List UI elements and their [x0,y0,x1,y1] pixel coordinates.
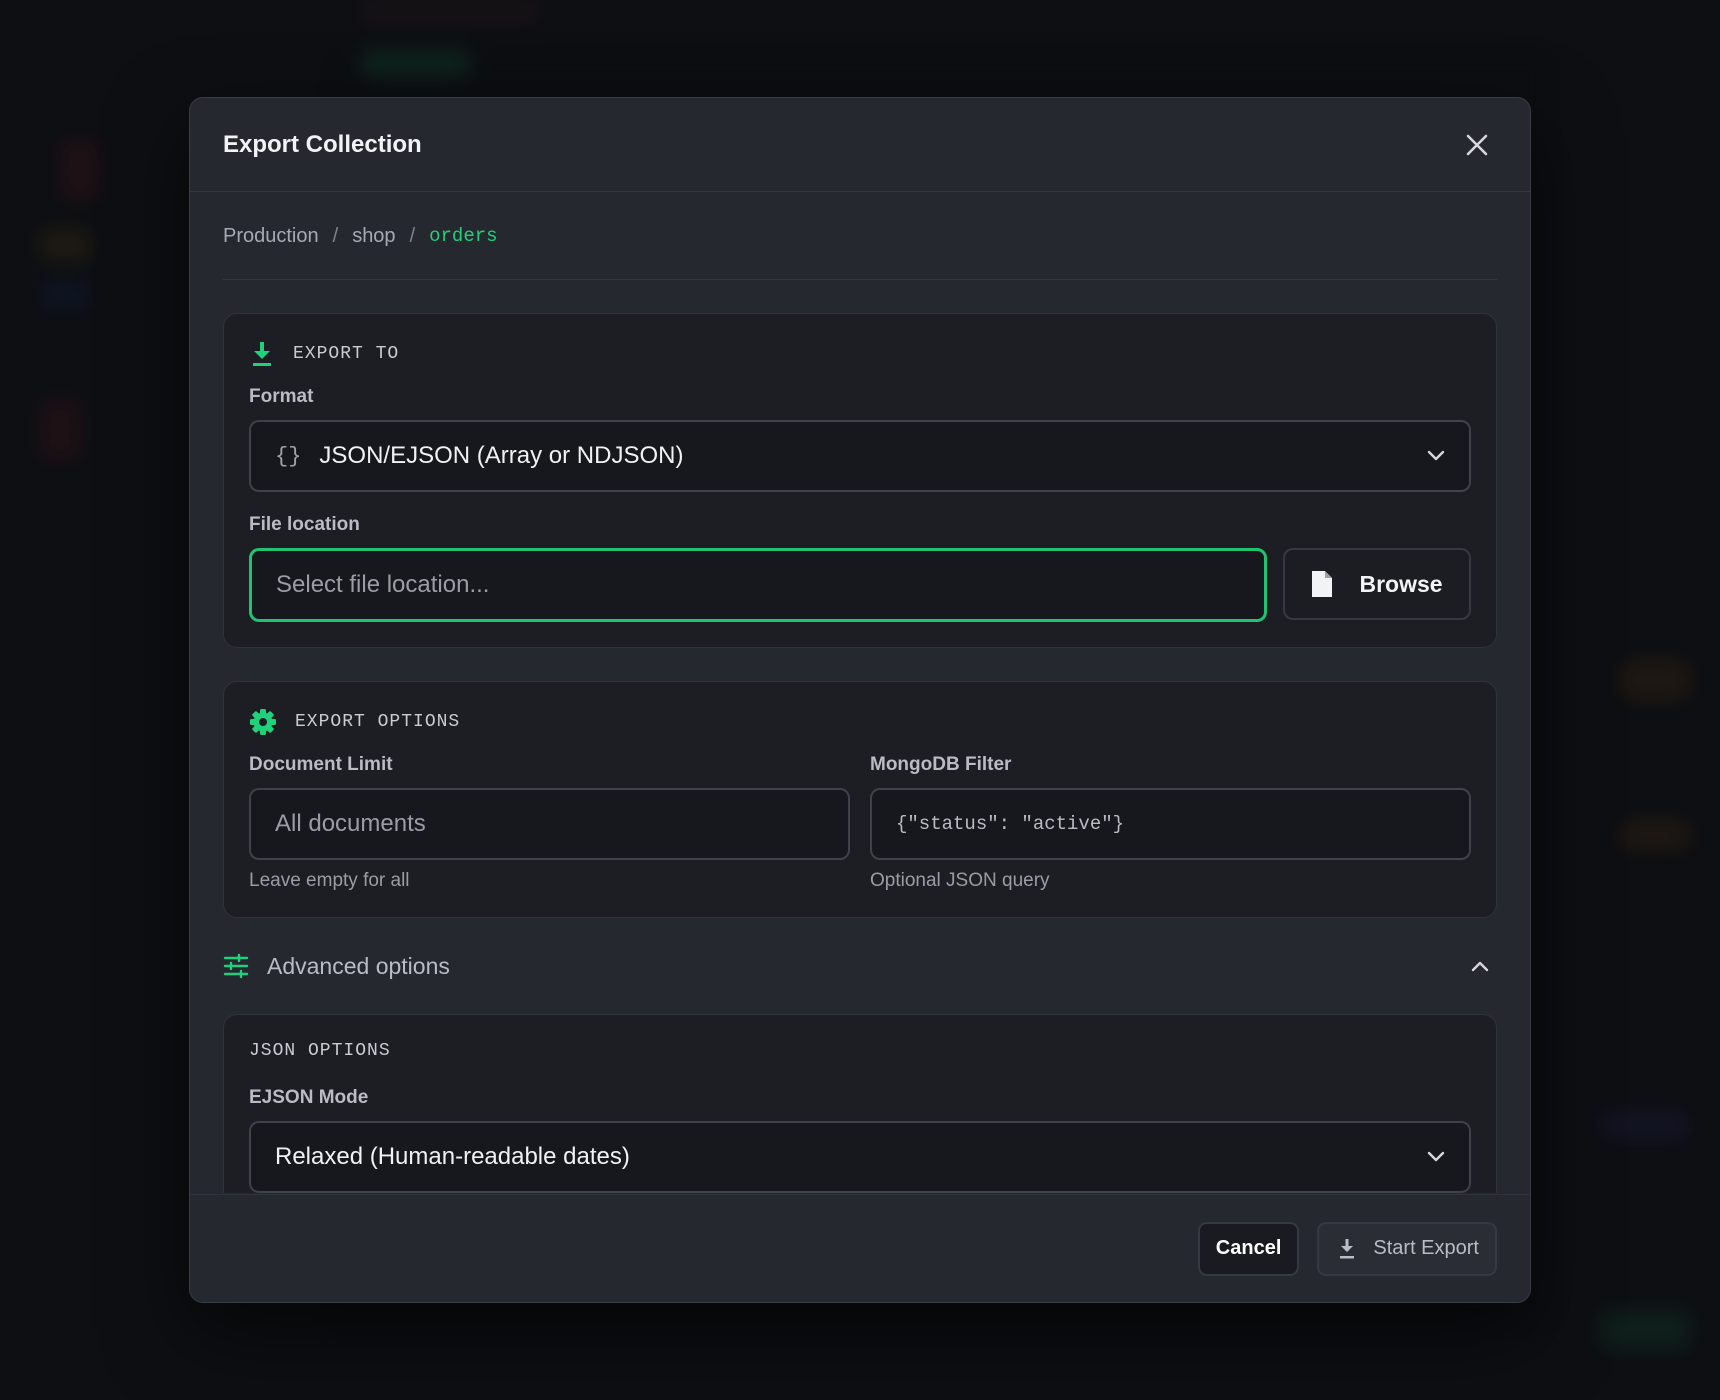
export-options-section: EXPORT OPTIONS Document Limit Leave empt… [223,681,1497,918]
export-collection-modal: Export Collection Production / shop / or… [189,97,1531,1303]
document-limit-column: Document Limit Leave empty for all [249,740,850,892]
mongodb-filter-input[interactable] [870,788,1471,860]
download-icon [253,342,271,366]
breadcrumb-database[interactable]: shop [352,225,395,248]
breadcrumb-connection[interactable]: Production [223,225,319,248]
export-options-heading: EXPORT OPTIONS [249,704,1471,740]
mongodb-filter-column: MongoDB Filter Optional JSON query [870,740,1471,892]
export-options-fields: Document Limit Leave empty for all Mongo… [249,740,1471,892]
browse-label: Browse [1359,570,1443,597]
format-select[interactable]: {} JSON/EJSON (Array or NDJSON) [249,420,1471,492]
ejson-mode-select[interactable]: Relaxed (Human-readable dates) [249,1121,1471,1193]
document-limit-input[interactable] [249,788,850,860]
format-label: Format [249,386,314,407]
json-options-section: JSON OPTIONS EJSON Mode Relaxed (Human-r… [223,1014,1497,1193]
close-icon [1466,134,1488,155]
file-location-row: Browse [249,548,1471,622]
start-export-label: Start Export [1373,1237,1479,1259]
file-location-label: File location [249,514,360,535]
sliders-icon [223,953,249,979]
advanced-options-label: Advanced options [267,952,450,979]
export-to-label: EXPORT TO [293,344,400,364]
modal-footer: Cancel Start Export [190,1194,1530,1302]
export-to-heading: EXPORT TO [249,336,1471,372]
start-export-button[interactable]: Start Export [1317,1221,1497,1276]
document-limit-hint: Leave empty for all [249,870,410,891]
braces-icon: {} [275,443,302,469]
mongodb-filter-label: MongoDB Filter [870,754,1012,775]
browse-button[interactable]: Browse [1283,548,1471,620]
json-options-label: JSON OPTIONS [249,1041,391,1061]
modal-title: Export Collection [223,130,422,158]
chevron-down-icon [1427,1151,1445,1162]
export-to-section: EXPORT TO Format {} JSON/EJSON (Array or… [223,313,1497,648]
modal-body: Production / shop / orders EXPORT TO For… [190,193,1530,1193]
format-select-value: JSON/EJSON (Array or NDJSON) [319,442,684,469]
file-location-input[interactable] [249,548,1267,622]
document-limit-label: Document Limit [249,754,393,775]
download-icon [1340,1238,1355,1258]
ejson-mode-label: EJSON Mode [249,1087,369,1108]
chevron-up-icon [1471,961,1489,972]
export-options-label: EXPORT OPTIONS [295,712,461,732]
cancel-button[interactable]: Cancel [1197,1221,1300,1276]
breadcrumb-separator: / [332,224,339,247]
file-icon [1312,571,1333,597]
breadcrumb-separator: / [409,224,416,247]
ejson-mode-value: Relaxed (Human-readable dates) [275,1143,630,1170]
gear-icon [250,709,276,735]
chevron-down-icon [1427,450,1445,461]
advanced-options-toggle[interactable]: Advanced options [223,918,1497,1014]
breadcrumb-collection: orders [429,225,498,247]
breadcrumb: Production / shop / orders [223,193,1497,280]
close-button[interactable] [1457,125,1497,165]
modal-header: Export Collection [190,98,1530,192]
mongodb-filter-hint: Optional JSON query [870,870,1050,891]
